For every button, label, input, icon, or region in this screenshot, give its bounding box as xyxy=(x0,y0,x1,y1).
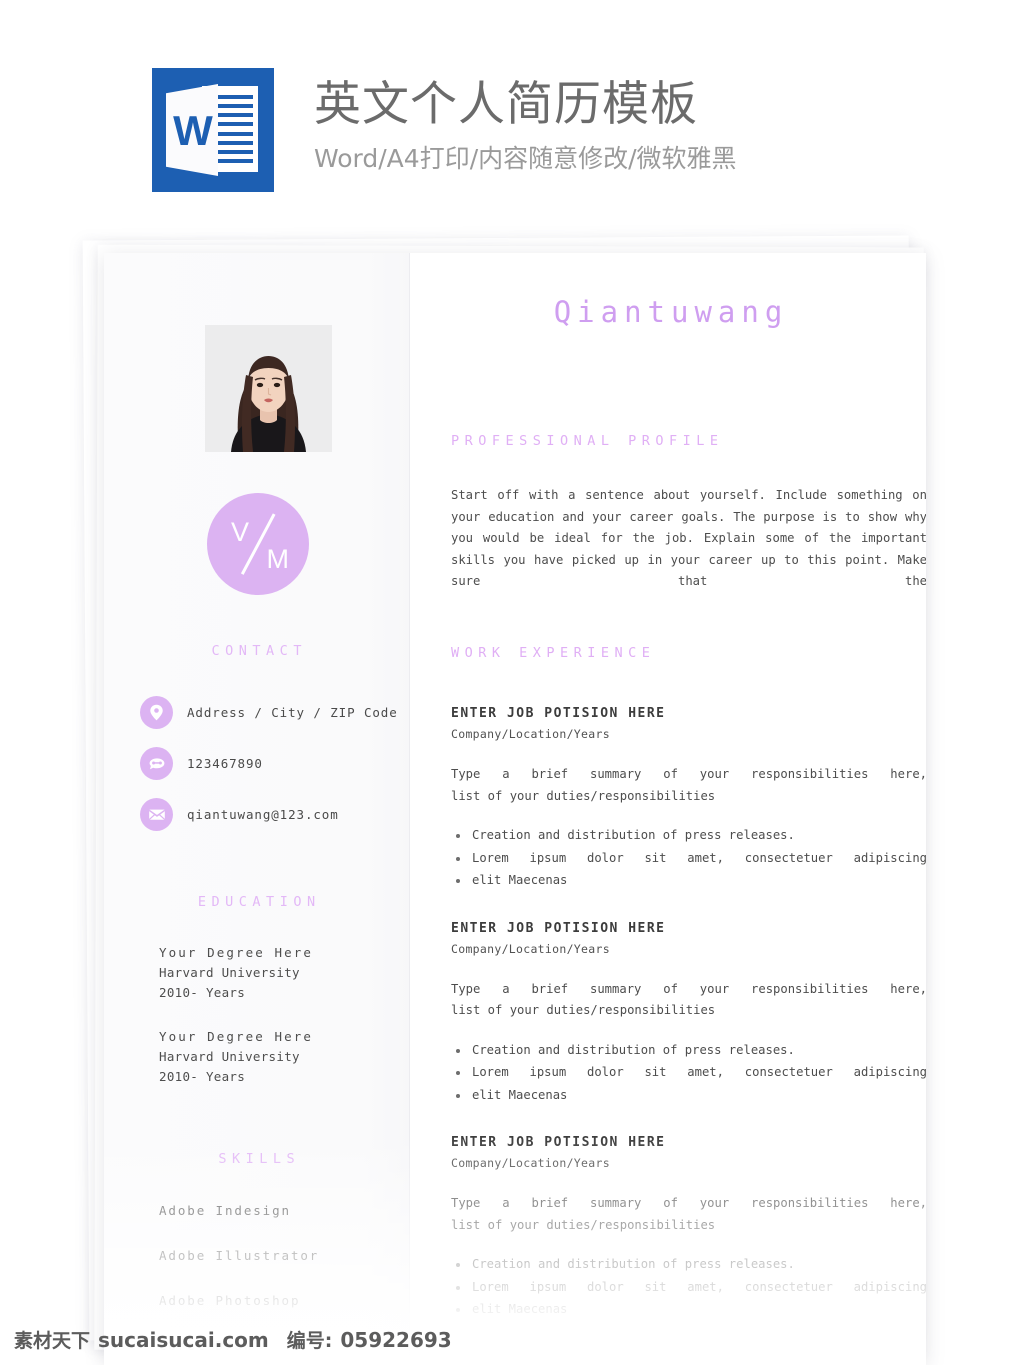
section-title-skills: SKILLS xyxy=(218,1151,301,1167)
avatar xyxy=(205,325,332,452)
telephone-icon xyxy=(140,747,173,780)
job-summary-line1: Type a brief summary of your responsibil… xyxy=(451,981,926,996)
job-entry: ENTER JOB POTISION HERE Company/Location… xyxy=(451,703,926,892)
footer-number-label: 编号: xyxy=(286,1330,333,1352)
job-meta: Company/Location/Years xyxy=(451,941,610,956)
contact-email-text: qiantuwang@123.com xyxy=(187,807,339,822)
resume-sidebar: V M CONTACT Address / City / ZIP Code 12… xyxy=(104,253,409,1365)
job-title: ENTER JOB POTISION HERE xyxy=(451,706,666,721)
education-list: Your Degree Here Harvard University 2010… xyxy=(159,943,399,1111)
resume-main: Qiantuwang PROFESSIONAL PROFILE Start of… xyxy=(410,253,926,1365)
education-degree: Your Degree Here xyxy=(159,1029,314,1044)
education-degree: Your Degree Here xyxy=(159,945,314,960)
skill-item: Adobe Indesign xyxy=(159,1203,291,1218)
section-title-professional-profile: PROFESSIONAL PROFILE xyxy=(451,433,724,449)
job-bullet: Lorem ipsum dolor sit amet, consectetuer… xyxy=(451,1062,926,1084)
footer-number-value: 05922693 xyxy=(340,1328,452,1352)
skill-item: Adobe Photoshop xyxy=(159,1293,301,1308)
professional-profile-text: Start off with a sentence about yourself… xyxy=(451,488,926,588)
job-summary: Type a brief summary of your responsibil… xyxy=(451,1193,926,1236)
portrait-photo-image xyxy=(205,325,332,452)
job-bullet: Creation and distribution of press relea… xyxy=(451,825,926,847)
education-school: Harvard University xyxy=(159,1049,300,1064)
education-school: Harvard University xyxy=(159,965,300,980)
job-bullet: Lorem ipsum dolor sit amet, consectetuer… xyxy=(451,848,926,870)
job-bullets: Creation and distribution of press relea… xyxy=(451,1254,926,1321)
word-icon-glyph: W xyxy=(166,84,258,176)
location-pin-icon xyxy=(140,696,173,729)
resume-page: V M CONTACT Address / City / ZIP Code 12… xyxy=(104,253,926,1365)
section-title-contact: CONTACT xyxy=(211,643,307,659)
education-item: Your Degree Here Harvard University 2010… xyxy=(159,1027,399,1087)
job-meta: Company/Location/Years xyxy=(451,727,610,741)
job-summary-line1: Type a brief summary of your responsibil… xyxy=(451,1196,926,1210)
job-summary-line1: Type a brief summary of your responsibil… xyxy=(451,767,926,781)
job-summary-line2: list of your duties/responsibilities xyxy=(451,788,716,803)
skill-item: Adobe Illustrator xyxy=(159,1248,320,1263)
footer-watermark: 素材天下 sucaisucai.com 编号: 05922693 xyxy=(14,1326,452,1353)
word-document-icon: W xyxy=(152,68,274,192)
job-bullet-continuation: elit Maecenas xyxy=(451,1085,926,1107)
job-bullet: Lorem ipsum dolor sit amet, consectetuer… xyxy=(451,1277,926,1299)
job-meta: Company/Location/Years xyxy=(451,1156,610,1170)
page-subtitle: Word/A4打印/内容随意修改/微软雅黑 xyxy=(314,144,737,173)
word-icon-letter: W xyxy=(173,107,213,154)
footer-site-name-cn: 素材天下 xyxy=(14,1330,91,1352)
footer-site-url: sucaisucai.com xyxy=(98,1328,269,1352)
page-header: W 英文个人简历模板 Word/A4打印/内容随意修改/微软雅黑 xyxy=(152,68,737,192)
header-text-block: 英文个人简历模板 Word/A4打印/内容随意修改/微软雅黑 xyxy=(314,68,737,176)
education-years: 2010- Years xyxy=(159,985,246,1000)
education-years: 2010- Years xyxy=(159,1069,246,1084)
job-summary-line2: list of your duties/responsibilities xyxy=(451,1003,716,1017)
job-bullet: Creation and distribution of press relea… xyxy=(451,1040,926,1062)
job-summary: Type a brief summary of your responsibil… xyxy=(451,979,926,1022)
contact-row-phone: 123467890 xyxy=(140,747,400,780)
job-summary: Type a brief summary of your responsibil… xyxy=(451,764,926,807)
job-title: ENTER JOB POTISION HERE xyxy=(451,1135,666,1150)
envelope-icon xyxy=(140,798,173,831)
page-title: 英文个人简历模板 xyxy=(314,77,698,132)
monogram-letter-top: V xyxy=(231,517,250,547)
job-entry: ENTER JOB POTISION HERE Company/Location… xyxy=(451,1132,926,1321)
education-item: Your Degree Here Harvard University 2010… xyxy=(159,943,399,1003)
section-title-work-experience: WORK EXPERIENCE xyxy=(451,645,656,661)
work-experience-list: ENTER JOB POTISION HERE Company/Location… xyxy=(451,703,926,1347)
contact-list: Address / City / ZIP Code 123467890 qian… xyxy=(140,696,400,849)
page-root: W 英文个人简历模板 Word/A4打印/内容随意修改/微软雅黑 V M CON… xyxy=(0,0,1024,1365)
contact-row-email: qiantuwang@123.com xyxy=(140,798,400,831)
contact-phone-text: 123467890 xyxy=(187,756,263,771)
job-bullets: Creation and distribution of press relea… xyxy=(451,1040,926,1107)
job-title: ENTER JOB POTISION HERE xyxy=(451,920,666,936)
job-entry: ENTER JOB POTISION HERE Company/Location… xyxy=(451,918,926,1107)
job-bullet: Creation and distribution of press relea… xyxy=(451,1254,926,1276)
job-bullet-continuation: elit Maecenas xyxy=(451,870,926,892)
contact-address-text: Address / City / ZIP Code xyxy=(187,705,398,720)
job-bullets: Creation and distribution of press relea… xyxy=(451,825,926,892)
candidate-name: Qiantuwang xyxy=(553,295,789,329)
monogram-badge: V M xyxy=(207,493,309,595)
job-summary-line2: list of your duties/responsibilities xyxy=(451,1217,716,1232)
section-title-education: EDUCATION xyxy=(197,894,321,910)
job-bullet-continuation: elit Maecenas xyxy=(451,1299,926,1321)
monogram-letter-bottom: M xyxy=(266,544,290,574)
contact-row-address: Address / City / ZIP Code xyxy=(140,696,400,729)
